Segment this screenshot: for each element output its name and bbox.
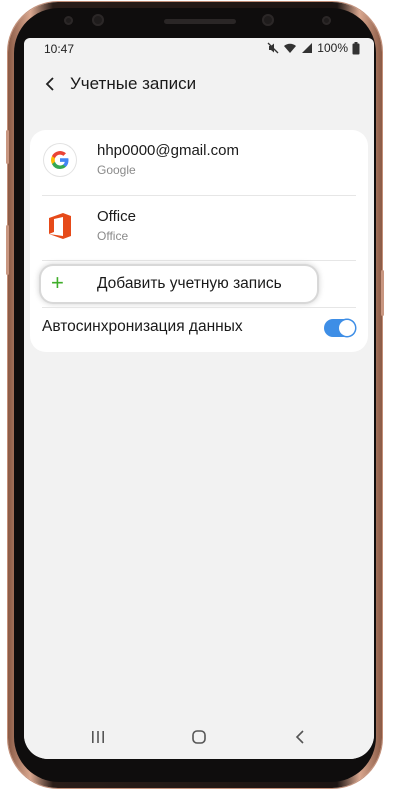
office-icon bbox=[44, 210, 76, 242]
auto-sync-row[interactable]: Автосинхронизация данных bbox=[30, 308, 368, 348]
status-time: 10:47 bbox=[44, 42, 75, 56]
app-header: Учетные записи bbox=[24, 64, 374, 104]
account-row-office[interactable]: Office Office bbox=[30, 196, 368, 260]
chevron-left-icon bbox=[45, 77, 54, 91]
auto-sync-label: Автосинхронизация данных bbox=[42, 318, 243, 335]
battery-percent: 100% bbox=[317, 41, 348, 55]
account-name: Office bbox=[97, 208, 136, 225]
page-title: Учетные записи bbox=[70, 74, 197, 93]
signal-icon bbox=[302, 43, 313, 53]
bixby-button bbox=[6, 225, 9, 275]
account-type: Office bbox=[97, 229, 129, 243]
power-button bbox=[381, 270, 384, 316]
google-icon bbox=[44, 144, 76, 176]
screen: 10:47 100% Учетные записи hhp0000@gmail.… bbox=[24, 38, 374, 759]
home-button[interactable] bbox=[187, 725, 211, 749]
account-name: hhp0000@gmail.com bbox=[97, 142, 239, 159]
home-icon bbox=[192, 730, 206, 744]
divider bbox=[42, 260, 356, 261]
battery-icon bbox=[352, 41, 360, 54]
back-icon bbox=[295, 730, 304, 744]
plus-icon: + bbox=[51, 270, 64, 295]
front-camera bbox=[262, 14, 274, 26]
account-row-google[interactable]: hhp0000@gmail.com Google bbox=[30, 130, 368, 194]
volume-button bbox=[6, 130, 9, 164]
nav-back-button[interactable] bbox=[288, 725, 312, 749]
status-icons: 100% bbox=[267, 41, 360, 55]
wifi-icon bbox=[284, 43, 297, 53]
front-sensor bbox=[92, 14, 104, 26]
back-button[interactable] bbox=[38, 72, 62, 96]
recents-icon bbox=[92, 731, 104, 743]
proximity-sensor bbox=[322, 16, 331, 25]
auto-sync-toggle[interactable] bbox=[324, 319, 356, 337]
recents-button[interactable] bbox=[86, 725, 110, 749]
navigation-bar bbox=[24, 715, 374, 759]
iris-sensor bbox=[64, 16, 73, 25]
earpiece-speaker bbox=[164, 19, 236, 24]
toggle-knob bbox=[339, 320, 355, 336]
status-bar: 10:47 100% bbox=[24, 38, 374, 58]
account-type: Google bbox=[97, 163, 136, 177]
mute-icon bbox=[267, 42, 279, 54]
add-account-button[interactable]: + Добавить учетную запись bbox=[41, 266, 317, 302]
accounts-card: hhp0000@gmail.com Google Office Office +… bbox=[30, 130, 368, 352]
add-account-label: Добавить учетную запись bbox=[97, 275, 282, 292]
